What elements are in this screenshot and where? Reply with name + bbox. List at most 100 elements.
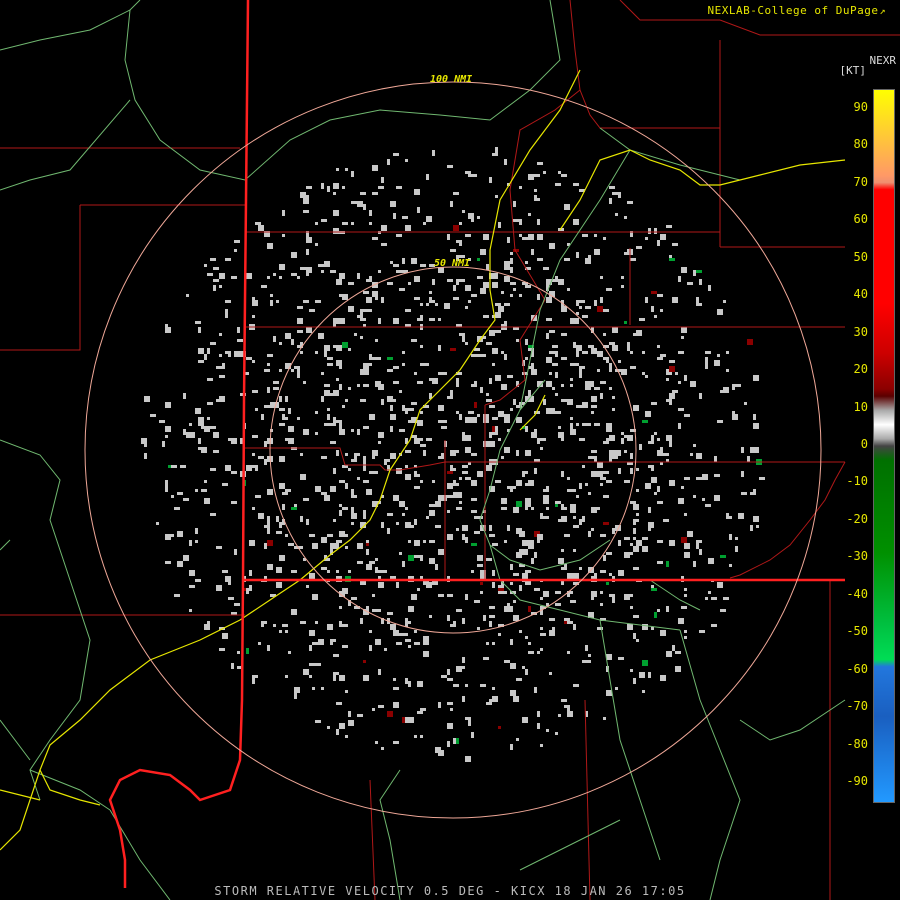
echo-pixel bbox=[378, 384, 384, 390]
echo-pixel bbox=[642, 372, 645, 375]
echo-pixel bbox=[438, 702, 441, 708]
echo-pixel bbox=[462, 696, 465, 702]
echo-pixel bbox=[333, 519, 336, 522]
scale-tick: 90 bbox=[853, 99, 868, 114]
echo-pixel bbox=[432, 279, 435, 285]
highways bbox=[0, 69, 846, 851]
echo-pixel bbox=[372, 237, 378, 240]
echo-pixel bbox=[528, 606, 531, 612]
echo-pixel bbox=[453, 738, 456, 744]
echo-pixel bbox=[480, 591, 483, 594]
echo-pixel bbox=[225, 258, 231, 261]
echo-pixel bbox=[333, 318, 339, 324]
echo-pixel bbox=[696, 270, 702, 273]
echo-pixel bbox=[327, 624, 333, 630]
echo-pixel bbox=[177, 492, 183, 495]
echo-pixel bbox=[255, 468, 258, 471]
echo-pixel bbox=[681, 336, 684, 339]
echo-pixel bbox=[381, 177, 384, 183]
echo-pixel bbox=[465, 471, 468, 474]
echo-pixel bbox=[387, 399, 390, 402]
echo-pixel bbox=[453, 684, 459, 687]
echo-pixel bbox=[303, 198, 309, 204]
echo-pixel bbox=[636, 639, 639, 642]
echo-pixel bbox=[648, 528, 651, 531]
echo-pixel bbox=[675, 666, 681, 672]
echo-pixel bbox=[639, 318, 645, 321]
echo-pixel bbox=[267, 390, 270, 393]
echo-pixel bbox=[465, 684, 468, 687]
echo-pixel bbox=[249, 570, 252, 576]
echo-pixel bbox=[519, 186, 522, 189]
echo-pixel bbox=[225, 576, 231, 582]
echo-pixel bbox=[555, 603, 561, 606]
echo-pixel bbox=[183, 498, 189, 501]
echo-pixel bbox=[483, 315, 489, 318]
echo-pixel bbox=[264, 543, 267, 549]
echo-pixel bbox=[618, 360, 621, 363]
echo-pixel bbox=[258, 456, 264, 459]
echo-pixel bbox=[654, 492, 657, 495]
echo-pixel bbox=[189, 540, 192, 546]
echo-pixel bbox=[465, 447, 471, 453]
echo-pixel bbox=[483, 336, 486, 339]
echo-pixel bbox=[525, 483, 528, 486]
echo-pixel bbox=[303, 429, 309, 435]
echo-pixel bbox=[621, 432, 624, 435]
echo-pixel bbox=[573, 345, 576, 348]
echo-pixel bbox=[273, 336, 276, 342]
echo-pixel bbox=[555, 393, 558, 396]
echo-pixel bbox=[459, 243, 462, 246]
echo-pixel bbox=[612, 192, 618, 195]
echo-pixel bbox=[465, 537, 468, 543]
echo-pixel bbox=[168, 534, 174, 537]
echo-pixel bbox=[300, 351, 303, 354]
echo-pixel bbox=[216, 585, 222, 591]
echo-pixel bbox=[300, 192, 306, 198]
echo-pixel bbox=[570, 318, 573, 324]
echo-pixel bbox=[456, 666, 462, 669]
echo-pixel bbox=[321, 183, 324, 189]
echo-pixel bbox=[600, 591, 603, 594]
echo-pixel bbox=[252, 315, 255, 318]
echo-pixel bbox=[372, 708, 375, 711]
echo-pixel bbox=[606, 423, 612, 426]
echo-pixel bbox=[186, 432, 189, 438]
echo-pixel bbox=[495, 312, 501, 315]
echo-pixel bbox=[246, 588, 249, 594]
echo-pixel bbox=[378, 318, 381, 324]
echo-pixel bbox=[558, 519, 561, 522]
echo-pixel bbox=[735, 384, 741, 387]
echo-pixel bbox=[333, 390, 339, 396]
echo-pixel bbox=[303, 210, 306, 213]
echo-pixel bbox=[267, 645, 270, 651]
echo-pixel bbox=[510, 639, 513, 645]
echo-pixel bbox=[291, 507, 297, 510]
echo-pixel bbox=[561, 435, 564, 441]
echo-pixel bbox=[495, 429, 498, 435]
echo-pixel bbox=[591, 411, 594, 414]
echo-pixel bbox=[489, 432, 492, 438]
echo-pixel bbox=[492, 489, 495, 492]
echo-pixel bbox=[351, 597, 357, 600]
echo-pixel bbox=[333, 654, 339, 657]
echo-pixel bbox=[507, 603, 510, 606]
echo-pixel bbox=[426, 303, 429, 306]
echo-pixel bbox=[696, 477, 702, 480]
echo-pixel bbox=[414, 630, 417, 633]
echo-pixel bbox=[528, 651, 534, 654]
echo-pixel bbox=[489, 615, 495, 618]
echo-pixel bbox=[696, 543, 699, 549]
echo-pixel bbox=[258, 642, 261, 645]
echo-pixel bbox=[666, 378, 669, 381]
echo-pixel bbox=[636, 489, 639, 492]
echo-pixel bbox=[606, 288, 612, 291]
echo-pixel bbox=[333, 183, 339, 189]
echo-pixel bbox=[420, 411, 423, 414]
echo-pixel bbox=[477, 354, 483, 357]
echo-pixel bbox=[267, 354, 273, 357]
echo-pixel bbox=[210, 342, 216, 345]
echo-pixel bbox=[597, 471, 603, 477]
echo-pixel bbox=[552, 345, 558, 348]
echo-pixel bbox=[393, 495, 399, 501]
